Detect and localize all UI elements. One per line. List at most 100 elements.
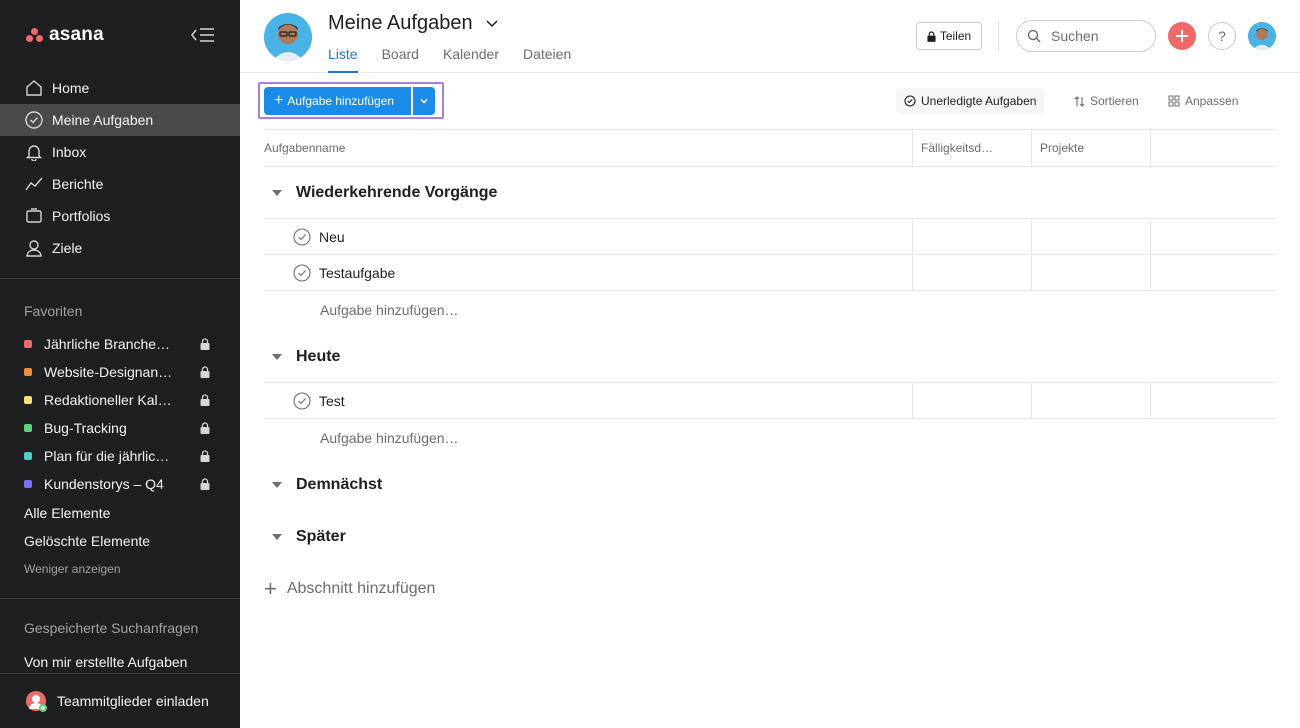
column-divider [1031,383,1032,418]
table-header-border [264,166,1276,167]
project-color-dot [24,396,32,404]
sidebar-item-my-tasks[interactable]: Meine Aufgaben [0,104,240,136]
lock-icon [200,422,210,434]
sidebar-item-portfolios[interactable]: Portfolios [0,200,240,232]
page-title: Meine Aufgaben [328,12,473,34]
invite-members-button[interactable]: Teammitglieder einladen [24,689,209,713]
person-icon [24,238,44,258]
show-less-link[interactable]: Weniger anzeigen [24,562,121,576]
table-row[interactable]: Test [264,383,912,419]
section-header[interactable]: Demnächst [272,471,382,499]
column-header-due-date[interactable]: Fälligkeitsd… [913,130,1031,166]
lock-icon [200,338,210,350]
sidebar-item-label: Ziele [52,240,83,256]
add-task-dropdown-button[interactable] [413,87,435,115]
sidebar-item-label: Inbox [52,144,87,160]
quick-add-button[interactable] [1168,22,1196,50]
plus-icon: + [264,576,277,601]
favorite-item[interactable]: Website-Designan… [0,358,240,386]
user-avatar[interactable] [1248,22,1276,50]
favorite-item[interactable]: Jährliche Branche… [0,330,240,358]
tab-calendar[interactable]: Kalender [443,46,499,73]
sidebar-item-label: Meine Aufgaben [52,112,154,128]
search-icon [1027,29,1041,43]
check-circle-icon [24,110,44,130]
header-divider [998,20,999,52]
column-header-projects[interactable]: Projekte [1032,130,1150,166]
section-header[interactable]: Später [272,523,346,551]
sidebar-divider [0,598,240,599]
lock-icon [200,478,210,490]
project-color-dot [24,452,32,460]
lock-icon [200,450,210,462]
tab-board[interactable]: Board [382,46,419,73]
column-divider [912,383,913,418]
lock-icon [927,30,936,42]
section-header[interactable]: Heute [272,343,340,371]
favorite-item[interactable]: Redaktioneller Kal… [0,386,240,414]
section-title: Wiederkehrende Vorgänge [296,184,498,201]
bell-icon [24,142,44,162]
check-circle-icon [904,95,916,107]
help-button[interactable]: ? [1208,22,1236,50]
complete-task-icon[interactable] [293,228,311,246]
asana-logo[interactable]: asana [25,24,104,46]
sidebar-item-home[interactable]: Home [0,72,240,104]
sidebar-item-reports[interactable]: Berichte [0,168,240,200]
deleted-items-link[interactable]: Gelöschte Elemente [24,533,150,549]
column-divider [1150,219,1151,290]
project-color-dot [24,340,32,348]
table-row[interactable]: Neu [264,219,912,255]
search-box[interactable] [1016,20,1156,52]
favorite-item[interactable]: Kundenstorys – Q4 [0,470,240,498]
complete-task-icon[interactable] [293,392,311,410]
sidebar-divider [0,673,240,674]
incomplete-tasks-filter[interactable]: Unerledigte Aufgaben [896,88,1045,114]
task-name: Neu [319,229,345,245]
row-border [264,418,1276,419]
project-color-dot [24,424,32,432]
sidebar-item-inbox[interactable]: Inbox [0,136,240,168]
lock-icon [200,366,210,378]
add-task-button[interactable]: + Aufgabe hinzufügen [264,87,411,115]
column-header-task-name[interactable]: Aufgabenname [256,130,912,166]
customize-button[interactable]: Anpassen [1160,88,1246,114]
favorite-label: Kundenstorys – Q4 [44,476,164,492]
section-header[interactable]: Wiederkehrende Vorgänge [272,179,497,207]
collapse-sidebar-icon[interactable] [190,26,216,44]
asana-logo-icon [25,27,45,43]
column-divider [912,130,913,166]
page-header: Meine Aufgaben Liste Board Kalender Date… [240,0,1300,73]
favorite-label: Plan für die jährlic… [44,448,170,464]
tab-files[interactable]: Dateien [523,46,571,73]
add-task-inline[interactable]: Aufgabe hinzufügen… [320,302,459,318]
favorite-item[interactable]: Plan für die jährlic… [0,442,240,470]
tab-list[interactable]: Liste [328,46,358,73]
sort-icon [1074,95,1085,107]
favorite-label: Redaktioneller Kal… [44,392,172,408]
caret-down-icon [272,482,282,488]
add-section-button[interactable]: + Abschnitt hinzufügen [264,578,435,600]
sidebar-divider [0,278,240,279]
add-task-inline[interactable]: Aufgabe hinzufügen… [320,430,459,446]
sidebar-item-label: Berichte [52,176,104,192]
favorite-item[interactable]: Bug-Tracking [0,414,240,442]
complete-task-icon[interactable] [293,264,311,282]
section-title: Demnächst [296,476,383,493]
favorites-title: Favoriten [24,303,83,319]
sort-button[interactable]: Sortieren [1066,88,1147,114]
sidebar-nav: Home Meine Aufgaben Inbox Berichte Portf… [0,72,240,264]
chevron-down-icon[interactable] [485,17,499,31]
column-divider [1150,383,1151,418]
plus-icon: + [274,92,284,109]
favorites-list: Jährliche Branche… Website-Designan… Red… [0,330,240,498]
my-created-tasks-link[interactable]: Von mir erstellte Aufgaben [24,654,187,670]
column-divider [1150,130,1151,166]
sidebar-item-goals[interactable]: Ziele [0,232,240,264]
table-row[interactable]: Testaufgabe [264,255,912,291]
caret-down-icon [272,190,282,196]
column-divider [1031,219,1032,290]
search-input[interactable] [1051,28,1147,44]
all-items-link[interactable]: Alle Elemente [24,505,110,521]
share-button[interactable]: Teilen [916,22,982,50]
